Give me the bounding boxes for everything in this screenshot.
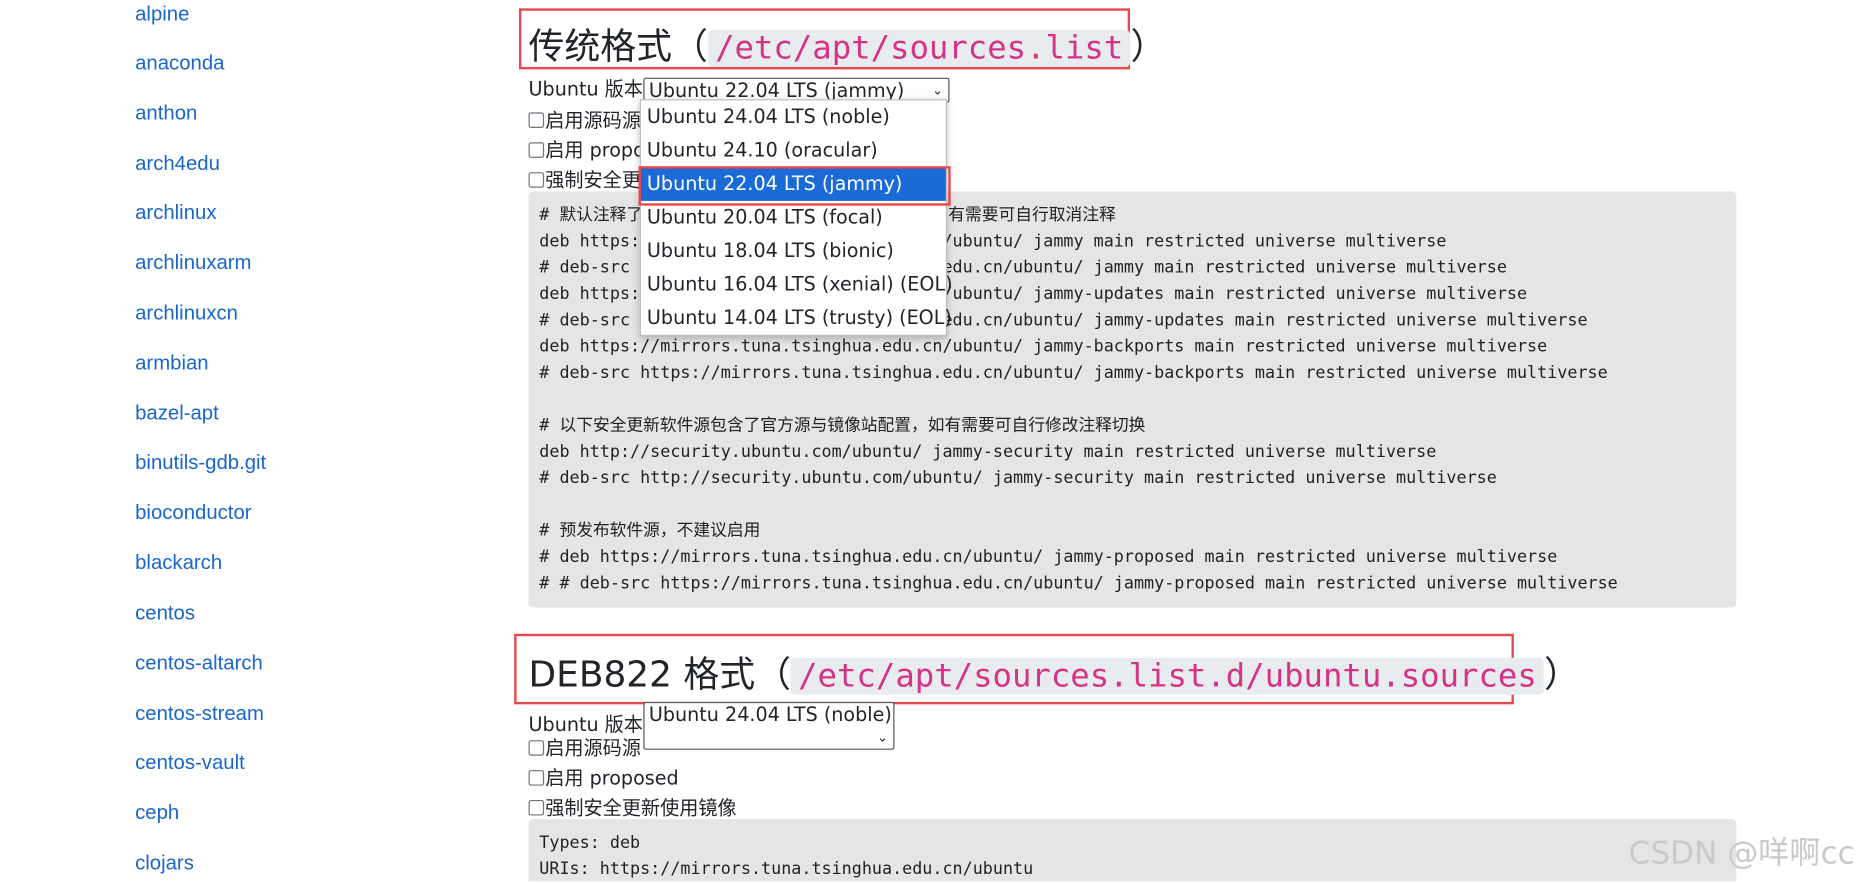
section1-source-checkbox-row: 启用源码源 [528,104,641,133]
sidebar-item-archlinuxcn[interactable]: archlinuxcn [135,301,238,325]
code-line: # 以下安全更新软件源包含了官方源与镜像站配置，如有需要可自行修改注释切换 [539,416,1146,436]
sidebar-item-archlinux[interactable]: archlinux [135,201,216,225]
proposed-checkbox[interactable] [528,770,545,786]
sidebar-item-centos-altarch[interactable]: centos-altarch [135,652,263,676]
version-label: Ubuntu 版本 [528,77,643,101]
sidebar-item-alpine[interactable]: alpine [135,2,189,26]
dropdown-option-noble[interactable]: Ubuntu 24.04 LTS (noble) [641,100,946,133]
section2-path: /etc/apt/sources.list.d/ubuntu.sources [790,658,1544,695]
sidebar-item-bioconductor[interactable]: bioconductor [135,501,251,525]
version-dropdown-list: Ubuntu 24.04 LTS (noble) Ubuntu 24.10 (o… [639,99,953,337]
watermark: CSDN @咩啊cc [1628,835,1855,872]
chevron-down-icon: ⌄ [877,729,889,745]
dropdown-option-oracular[interactable]: Ubuntu 24.10 (oracular) [641,134,946,167]
sidebar-item-centos-vault[interactable]: centos-vault [135,751,245,775]
dropdown-option-focal[interactable]: Ubuntu 20.04 LTS (focal) [641,201,946,234]
code-line: deb https://mirrors.tuna.tsinghua.edu.cn… [539,337,1548,357]
code-line: # 预发布软件源，不建议启用 [539,521,761,541]
security-mirror-checkbox[interactable] [528,172,545,188]
section1-path: /etc/apt/sources.list [707,29,1131,67]
code-line: URIs: https://mirrors.tuna.tsinghua.edu.… [539,859,1034,879]
code-line: # deb https://mirrors.tuna.tsinghua.edu.… [539,547,1558,567]
sidebar-item-anthon[interactable]: anthon [135,102,197,126]
selected-option-highlight [638,166,951,206]
section2-source-checkbox-row: 启用源码源 [528,732,641,761]
sidebar-item-blackarch[interactable]: blackarch [135,551,222,575]
dropdown-option-xenial[interactable]: Ubuntu 16.04 LTS (xenial) (EOL) [641,268,953,301]
sidebar-item-binutils-gdb[interactable]: binutils-gdb.git [135,451,266,475]
dropdown-option-bionic[interactable]: Ubuntu 18.04 LTS (bionic) [641,234,946,267]
sidebar-item-bazel-apt[interactable]: bazel-apt [135,402,219,426]
sidebar-item-anaconda[interactable]: anaconda [135,51,224,75]
sidebar-item-centos-stream[interactable]: centos-stream [135,702,264,726]
sidebar-item-armbian[interactable]: armbian [135,352,208,376]
section2-title: DEB822 格式（/etc/apt/sources.list.d/ubuntu… [528,654,1580,696]
sidebar-item-ceph[interactable]: ceph [135,801,179,825]
code-line: # deb-src http://security.ubuntu.com/ubu… [539,468,1497,488]
sidebar-item-clojars[interactable]: clojars [135,851,194,875]
code-line: Types: deb [539,833,641,853]
source-checkbox[interactable] [528,740,545,756]
chevron-down-icon: ⌄ [932,82,944,99]
code-line: # deb-src https://mirrors.tuna.tsinghua.… [539,363,1608,383]
security-mirror-checkbox[interactable] [528,799,545,816]
dropdown-option-trusty[interactable]: Ubuntu 14.04 LTS (trusty) (EOL) [641,301,952,334]
sidebar-item-archlinuxarm[interactable]: archlinuxarm [135,251,251,275]
section2-proposed-checkbox-row: 启用 proposed [528,762,679,791]
section1-title: 传统格式（/etc/apt/sources.list） [528,26,1167,69]
proposed-checkbox[interactable] [528,142,545,158]
section2-security-checkbox-row: 强制安全更新使用镜像 [528,792,737,821]
code-line: deb http://security.ubuntu.com/ubuntu/ j… [539,442,1437,462]
code-line: # # deb-src https://mirrors.tuna.tsinghu… [539,573,1618,594]
source-checkbox[interactable] [528,112,545,128]
sidebar-item-arch4edu[interactable]: arch4edu [135,152,220,176]
sidebar-item-centos[interactable]: centos [135,601,195,625]
version-select[interactable]: Ubuntu 24.04 LTS (noble) ⌄ [642,701,895,750]
section2-code-block: Types: deb URIs: https://mirrors.tuna.ts… [528,819,1737,882]
